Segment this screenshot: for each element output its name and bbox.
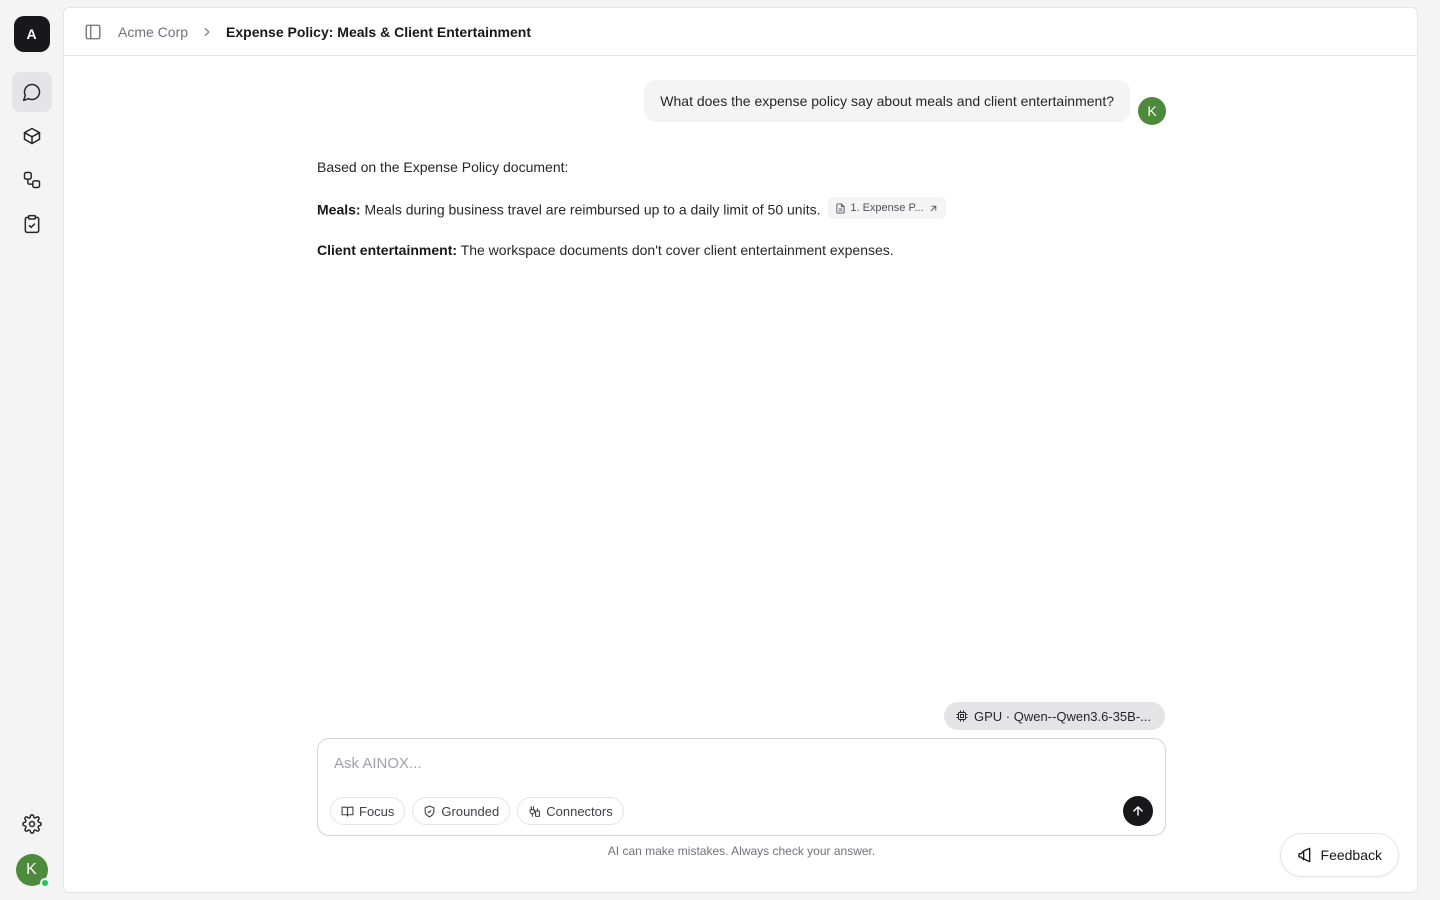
chat-input[interactable] bbox=[334, 751, 1134, 775]
sidebar-toggle-button[interactable] bbox=[84, 23, 102, 41]
sidebar-panel-icon bbox=[85, 24, 101, 39]
breadcrumb-workspace[interactable]: Acme Corp bbox=[118, 24, 188, 40]
cpu-icon bbox=[956, 710, 968, 722]
connectors-label: Connectors bbox=[546, 803, 613, 819]
header: Acme Corp Expense Policy: Meals & Client… bbox=[64, 8, 1417, 56]
gear-icon bbox=[21, 814, 42, 834]
document-icon bbox=[836, 202, 845, 214]
model-label: GPU · Qwen--Qwen3.6-35B-... bbox=[974, 708, 1151, 724]
answer-entertainment-paragraph: Client entertainment: The workspace docu… bbox=[317, 240, 1166, 260]
rail-item-workflows[interactable] bbox=[12, 160, 52, 200]
online-status-dot bbox=[39, 878, 50, 888]
send-button[interactable] bbox=[1123, 796, 1153, 826]
feedback-button[interactable]: Feedback bbox=[1279, 833, 1399, 877]
model-selector[interactable]: GPU · Qwen--Qwen3.6-35B-... bbox=[944, 702, 1165, 730]
rail-item-tasks[interactable] bbox=[12, 204, 52, 244]
meals-label: Meals: bbox=[317, 201, 361, 218]
arrow-up-icon bbox=[1133, 806, 1143, 816]
chat-bubble-icon bbox=[22, 83, 40, 102]
citation-label: 1. Expense P... bbox=[850, 202, 924, 214]
workspace-logo[interactable]: A bbox=[13, 16, 50, 52]
main-panel: Acme Corp Expense Policy: Meals & Client… bbox=[63, 7, 1418, 893]
user-avatar-button[interactable]: K bbox=[15, 854, 50, 888]
workflow-icon bbox=[23, 171, 40, 189]
external-link-icon bbox=[930, 205, 936, 211]
settings-button[interactable] bbox=[12, 804, 52, 844]
assistant-answer: Based on the Expense Policy document: Me… bbox=[317, 157, 1166, 260]
entertainment-label: Client entertainment: bbox=[317, 241, 458, 258]
rail-nav bbox=[11, 72, 52, 244]
page-title: Expense Policy: Meals & Client Entertain… bbox=[226, 23, 532, 40]
user-message-row: What does the expense policy say about m… bbox=[317, 80, 1166, 125]
answer-intro: Based on the Expense Policy document: bbox=[317, 159, 569, 175]
composer: Focus Grounded Connectors bbox=[317, 738, 1166, 836]
app-rail: A K bbox=[0, 0, 63, 900]
megaphone-icon bbox=[1297, 847, 1310, 863]
grounded-label: Grounded bbox=[441, 803, 500, 819]
cube-icon bbox=[23, 127, 40, 145]
citation-chip[interactable]: 1. Expense P... bbox=[828, 197, 946, 219]
grounded-button[interactable]: Grounded bbox=[412, 797, 511, 825]
focus-button[interactable]: Focus bbox=[330, 797, 406, 825]
entertainment-text: The workspace documents don't cover clie… bbox=[460, 241, 894, 258]
clipboard-check-icon bbox=[24, 214, 39, 234]
meals-text: Meals during business travel are reimbur… bbox=[364, 201, 821, 218]
connectors-button[interactable]: Connectors bbox=[517, 797, 624, 825]
rail-bottom: K bbox=[0, 804, 63, 888]
composer-chips: Focus Grounded Connectors bbox=[330, 797, 624, 825]
book-open-icon bbox=[341, 806, 354, 816]
user-message: What does the expense policy say about m… bbox=[644, 80, 1130, 122]
rail-item-models[interactable] bbox=[12, 116, 52, 156]
answer-meals-paragraph: Meals: Meals during business travel are … bbox=[317, 197, 1166, 220]
conversation-thread: What does the expense policy say about m… bbox=[317, 80, 1166, 280]
chevron-right-icon bbox=[200, 25, 214, 39]
disclaimer: AI can make mistakes. Always check your … bbox=[607, 844, 876, 858]
plug-icon bbox=[529, 805, 541, 817]
rail-item-chat[interactable] bbox=[11, 72, 52, 112]
shield-check-icon bbox=[425, 805, 435, 817]
feedback-label: Feedback bbox=[1320, 847, 1382, 863]
focus-label: Focus bbox=[359, 803, 395, 819]
avatar: K bbox=[1138, 97, 1166, 125]
